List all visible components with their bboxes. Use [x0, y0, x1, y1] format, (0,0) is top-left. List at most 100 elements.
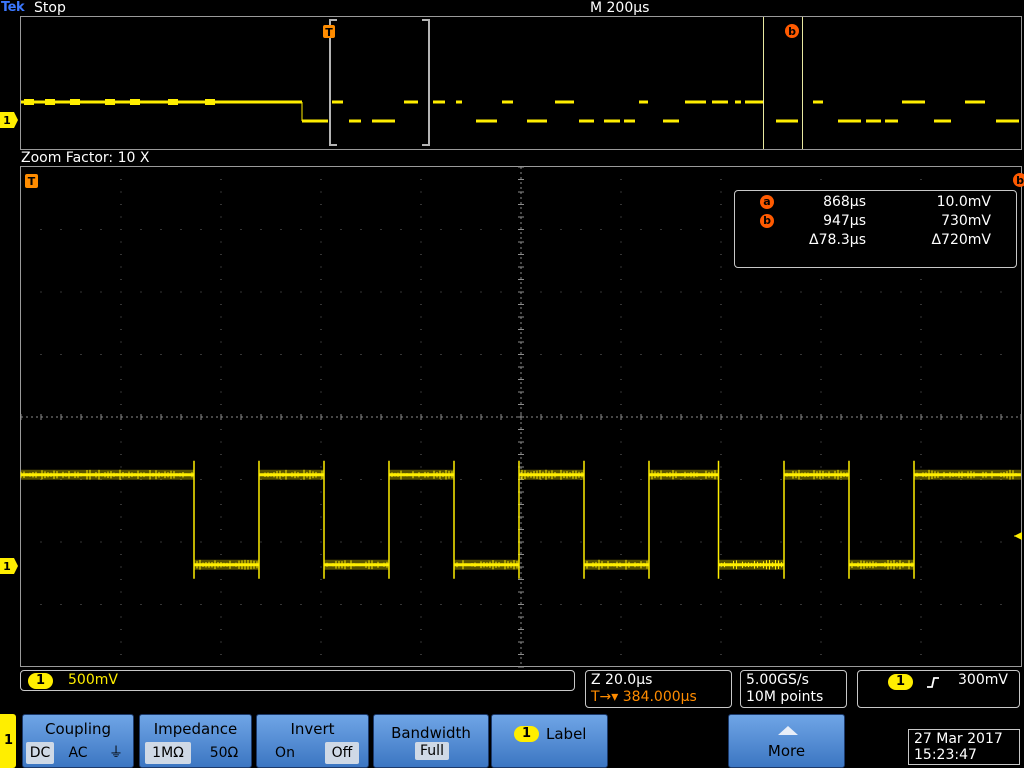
time-text: 15:23:47: [914, 747, 977, 763]
grid-dot: [580, 541, 582, 543]
grid-dot: [360, 479, 362, 480]
grid-center-horizontal: [31, 416, 33, 418]
grid-center-vertical: [520, 462, 522, 464]
grid-dot: [120, 204, 122, 205]
grid-center-horizontal: [166, 416, 168, 418]
impedance-option-50ohm[interactable]: 50Ω: [202, 742, 246, 764]
grid-dot: [80, 541, 82, 543]
grid-dot: [320, 191, 322, 193]
grid-dot: [700, 229, 702, 230]
bandwidth-button[interactable]: Bandwidth Full: [373, 714, 489, 768]
grid-dot: [120, 404, 122, 405]
grid-dot: [420, 241, 422, 243]
grid-center-horizontal: [686, 416, 688, 418]
grid-center-horizontal: [131, 416, 133, 418]
grid-center-horizontal: [351, 416, 353, 418]
coupling-option-ground-icon[interactable]: ⏚: [103, 742, 129, 764]
grid-dot: [420, 491, 422, 493]
grid-dot: [220, 454, 222, 455]
more-button[interactable]: More: [728, 714, 845, 768]
channel1-info[interactable]: 1 500mV: [20, 670, 575, 691]
grid-dot: [920, 566, 922, 568]
grid-center-vertical: [520, 597, 522, 599]
bandwidth-value[interactable]: Full: [415, 742, 449, 760]
grid-dot: [920, 641, 922, 643]
grid-dot: [300, 541, 302, 543]
grid-center-horizontal: [271, 416, 273, 418]
grid-center-horizontal: [916, 416, 918, 418]
grid-dot: [720, 366, 722, 368]
grid-dot: [920, 329, 922, 330]
grid-center-horizontal: [626, 416, 628, 418]
grid-center-horizontal: [376, 416, 378, 418]
invert-button[interactable]: Invert On Off: [256, 714, 369, 768]
grid-center-vertical: [520, 482, 522, 484]
trigger-info[interactable]: 1 300mV: [857, 670, 1020, 708]
impedance-button[interactable]: Impedance 1MΩ 50Ω: [139, 714, 252, 768]
grid-center-horizontal: [411, 416, 413, 418]
grid-dot: [240, 604, 242, 605]
grid-dot: [720, 479, 722, 480]
grid-dot: [460, 229, 462, 230]
invert-option-on[interactable]: On: [265, 742, 305, 764]
grid-dot: [440, 229, 442, 230]
grid-dot: [220, 291, 222, 293]
grid-dot: [920, 354, 922, 355]
coupling-option-dc[interactable]: DC: [26, 742, 54, 764]
grid-dot: [620, 654, 622, 655]
cursor-b-volt: 730mV: [941, 213, 991, 229]
grid-dot: [220, 466, 222, 468]
grid-dot: [740, 479, 742, 480]
grid-dot: [620, 454, 622, 455]
grid-dot: [320, 591, 322, 593]
grid-dot: [480, 291, 482, 293]
grid-dot: [500, 291, 502, 293]
grid-center-vertical: [520, 352, 522, 354]
grid-dot: [100, 291, 102, 293]
grid-dot: [920, 279, 922, 280]
menu-channel-tab[interactable]: 1: [0, 714, 16, 768]
grid-center-vertical: [520, 487, 522, 489]
grid-dot: [920, 441, 922, 443]
grid-dot: [280, 604, 282, 605]
impedance-option-1mohm[interactable]: 1MΩ: [145, 742, 191, 764]
grid-dot: [620, 604, 622, 605]
grid-dot: [760, 604, 762, 605]
grid-dot: [640, 479, 642, 480]
grid-center-horizontal: [371, 416, 373, 418]
grid-center-horizontal: [831, 416, 833, 418]
grid-center-horizontal: [926, 416, 928, 418]
grid-center-vertical: [520, 452, 522, 454]
grid-center-horizontal: [326, 416, 328, 418]
grid-center-horizontal: [971, 416, 973, 418]
cursor-delta-volt: Δ720mV: [931, 232, 991, 248]
acquisition-info[interactable]: 5.00GS/s 10M points: [740, 670, 847, 708]
zoom-info[interactable]: Z 20.0µs T→▾ 384.000µs: [585, 670, 732, 708]
grid-dot: [220, 641, 222, 643]
grid-center-vertical: [520, 412, 522, 414]
grid-dot: [420, 504, 422, 505]
grid-dot: [420, 304, 422, 305]
grid-center-horizontal: [871, 416, 873, 418]
grid-dot: [920, 516, 922, 518]
coupling-button[interactable]: Coupling DC AC ⏚: [22, 714, 134, 768]
grid-dot: [540, 291, 542, 293]
grid-center-horizontal: [251, 416, 253, 418]
grid-dot: [360, 229, 362, 230]
grid-dot: [1000, 354, 1002, 355]
grid-dot: [820, 354, 822, 355]
cursor-delta-time: Δ78.3µs: [809, 232, 866, 248]
grid-dot: [460, 291, 462, 293]
grid-dot: [200, 354, 202, 355]
grid-dot: [320, 654, 322, 655]
label-button[interactable]: 1 Label: [491, 714, 608, 768]
coupling-option-ac[interactable]: AC: [63, 742, 93, 764]
grid-center-horizontal: [536, 416, 538, 418]
grid-dot: [440, 291, 442, 293]
invert-option-off[interactable]: Off: [325, 742, 359, 764]
grid-dot: [440, 541, 442, 543]
grid-dot: [320, 379, 322, 380]
grid-dot: [720, 429, 722, 430]
grid-dot: [480, 354, 482, 355]
grid-dot: [800, 604, 802, 605]
